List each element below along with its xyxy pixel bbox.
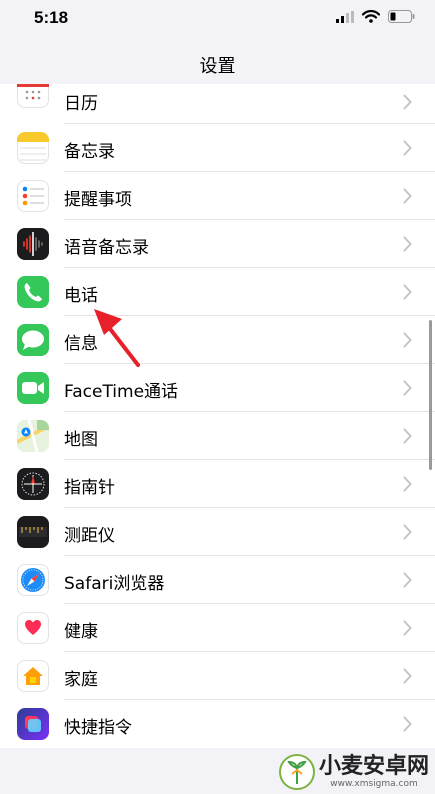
- annotation-arrow-icon: [94, 309, 140, 367]
- watermark: 小麦安卓网 www.xmsigma.com: [278, 754, 429, 790]
- settings-item-facetime[interactable]: FaceTime通话: [0, 364, 435, 412]
- watermark-title: 小麦安卓网: [318, 754, 429, 779]
- facetime-icon: [17, 372, 49, 404]
- chevron-right-icon: [403, 236, 412, 252]
- settings-list: 日历 备忘录 提醒事项 语音备忘录 电话 信息 FaceTime通话 地图 指南…: [0, 84, 435, 748]
- settings-item-health[interactable]: 健康: [0, 604, 435, 652]
- measure-icon: [17, 516, 49, 548]
- watermark-url: www.xmsigma.com: [330, 779, 418, 789]
- settings-item-label: 家庭: [64, 670, 98, 690]
- settings-item-reminders[interactable]: 提醒事项: [0, 172, 435, 220]
- chevron-right-icon: [403, 380, 412, 396]
- chevron-right-icon: [403, 668, 412, 684]
- settings-item-home[interactable]: 家庭: [0, 652, 435, 700]
- health-icon: [17, 612, 49, 644]
- status-time: 5:18: [34, 8, 69, 27]
- cellular-signal-icon: [336, 10, 354, 23]
- settings-item-label: 语音备忘录: [64, 238, 149, 258]
- settings-item-phone[interactable]: 电话: [0, 268, 435, 316]
- settings-item-label: FaceTime通话: [64, 382, 179, 402]
- notes-icon: [17, 132, 49, 164]
- settings-item-label: 地图: [64, 430, 98, 450]
- chevron-right-icon: [403, 188, 412, 204]
- page-title: 设置: [199, 56, 236, 77]
- chevron-right-icon: [403, 524, 412, 540]
- status-bar: 5:18: [0, 0, 435, 40]
- chevron-right-icon: [403, 332, 412, 348]
- settings-item-label: 指南针: [64, 478, 115, 498]
- settings-item-safari[interactable]: Safari浏览器: [0, 556, 435, 604]
- chevron-right-icon: [403, 572, 412, 588]
- settings-item-maps[interactable]: 地图: [0, 412, 435, 460]
- scroll-indicator[interactable]: [429, 320, 432, 470]
- settings-item-label: 日历: [64, 94, 98, 114]
- settings-item-messages[interactable]: 信息: [0, 316, 435, 364]
- reminders-icon: [17, 180, 49, 212]
- settings-item-notes[interactable]: 备忘录: [0, 124, 435, 172]
- chevron-right-icon: [403, 620, 412, 636]
- chevron-right-icon: [403, 94, 412, 110]
- safari-icon: [17, 564, 49, 596]
- chevron-right-icon: [403, 284, 412, 300]
- settings-item-label: Safari浏览器: [64, 574, 165, 594]
- settings-item-calendar[interactable]: 日历: [0, 84, 435, 124]
- settings-item-compass[interactable]: 指南针: [0, 460, 435, 508]
- settings-item-label: 电话: [64, 286, 98, 306]
- chevron-right-icon: [403, 476, 412, 492]
- settings-item-shortcuts[interactable]: 快捷指令: [0, 700, 435, 748]
- settings-item-label: 提醒事项: [64, 190, 132, 210]
- chevron-right-icon: [403, 140, 412, 156]
- settings-item-voice-memos[interactable]: 语音备忘录: [0, 220, 435, 268]
- phone-icon: [17, 276, 49, 308]
- compass-icon: [17, 468, 49, 500]
- settings-item-label: 快捷指令: [64, 718, 132, 738]
- calendar-icon: [17, 84, 49, 108]
- wifi-icon: [362, 10, 380, 23]
- home-icon: [17, 660, 49, 692]
- status-icons: [336, 10, 415, 23]
- voice-memos-icon: [17, 228, 49, 260]
- watermark-logo-icon: [278, 754, 315, 790]
- settings-item-label: 备忘录: [64, 142, 115, 162]
- settings-item-label: 测距仪: [64, 526, 115, 546]
- settings-item-label: 健康: [64, 622, 98, 642]
- chevron-right-icon: [403, 428, 412, 444]
- battery-icon: [388, 10, 415, 23]
- maps-icon: [17, 420, 49, 452]
- chevron-right-icon: [403, 716, 412, 732]
- shortcuts-icon: [17, 708, 49, 740]
- settings-item-measure[interactable]: 测距仪: [0, 508, 435, 556]
- messages-icon: [17, 324, 49, 356]
